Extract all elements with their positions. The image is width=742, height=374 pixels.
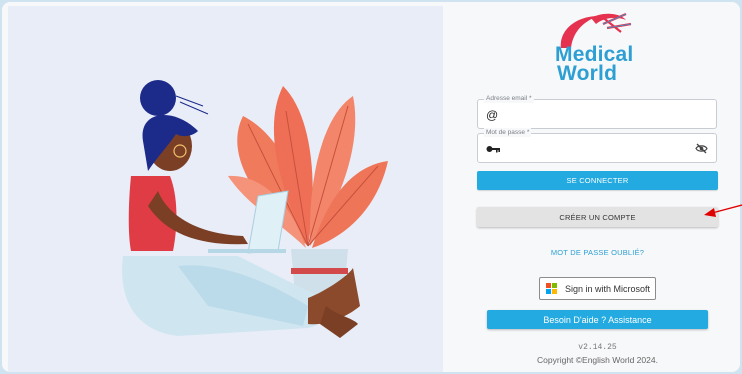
medical-world-logo: Medical World — [541, 10, 651, 84]
password-input[interactable] — [504, 140, 684, 158]
logo-text-world: World — [557, 62, 618, 85]
app-frame: Medical World Adresse email * @ Mot de p… — [2, 2, 740, 372]
illustration-panel — [8, 6, 443, 372]
password-label: Mot de passe * — [484, 128, 532, 137]
help-assistance-button[interactable]: Besoin D'aide ? Assistance — [487, 310, 708, 329]
red-annotation-arrow-icon — [704, 204, 742, 217]
microsoft-signin-button[interactable]: Sign in with Microsoft — [539, 277, 656, 300]
password-field[interactable]: Mot de passe * — [477, 128, 717, 163]
email-field[interactable]: Adresse email * @ — [477, 94, 717, 129]
create-account-button[interactable]: CRÉER UN COMPTE — [477, 207, 718, 227]
eye-slash-icon[interactable] — [695, 143, 708, 154]
login-panel: Medical World Adresse email * @ Mot de p… — [443, 2, 740, 372]
woman-with-laptop-illustration — [122, 80, 388, 338]
version-text: v2.14.25 — [578, 343, 617, 352]
email-label: Adresse email * — [484, 94, 534, 103]
copyright-text: Copyright ©English World 2024. — [537, 355, 658, 365]
forgot-password-link[interactable]: MOT DE PASSE OUBLIÉ? — [477, 248, 718, 257]
login-button[interactable]: SE CONNECTER — [477, 171, 718, 190]
at-icon: @ — [486, 108, 499, 122]
email-input[interactable] — [504, 106, 684, 124]
microsoft-logo-icon — [546, 283, 557, 294]
key-icon — [486, 146, 500, 153]
microsoft-signin-label: Sign in with Microsoft — [565, 283, 651, 294]
